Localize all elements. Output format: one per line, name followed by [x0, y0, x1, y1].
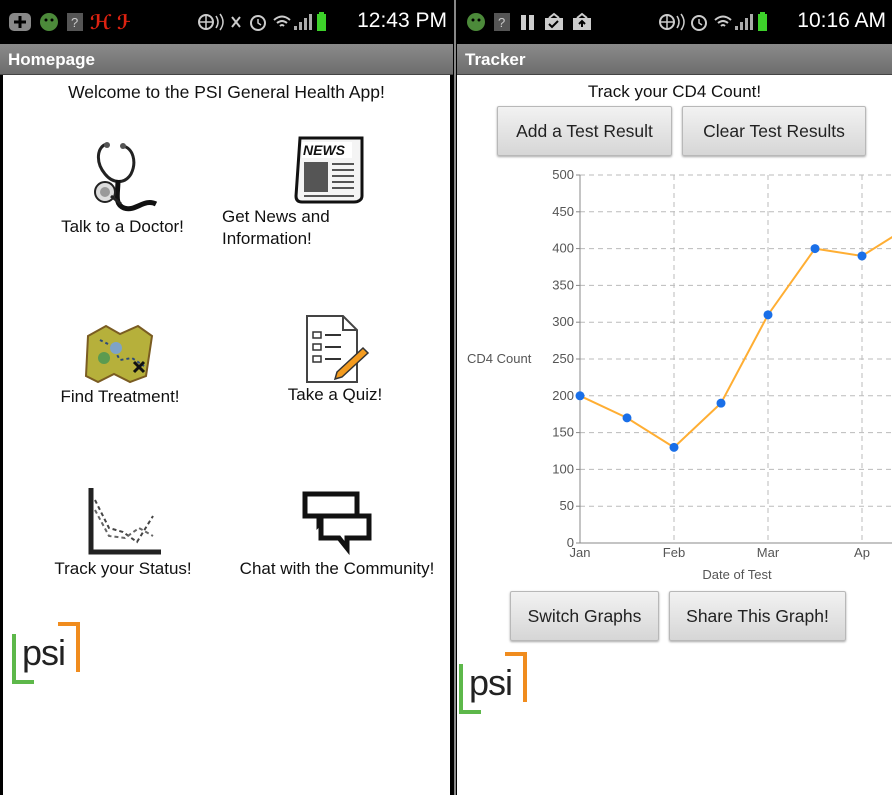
chat-bubbles-icon: [302, 491, 372, 556]
unknown-app-icon: ?: [67, 13, 83, 31]
tile-label: Chat with the Community!: [239, 559, 435, 578]
data-point: [622, 413, 632, 423]
y-tick-label: 50: [560, 498, 574, 513]
clear-test-results-button[interactable]: Clear Test Results: [682, 106, 866, 156]
share-graph-button[interactable]: Share This Graph!: [669, 591, 846, 641]
android-icon: [467, 13, 485, 31]
talk-to-doctor-tile[interactable]: Talk to a Doctor!: [40, 140, 205, 238]
tile-label: Take a Quiz!: [287, 385, 383, 404]
newspaper-icon: NEWS: [294, 136, 364, 204]
h-app-icon: ℋ ℋ: [90, 12, 130, 32]
x-tick-label: Mar: [757, 545, 780, 560]
add-test-result-button[interactable]: Add a Test Result: [497, 106, 672, 156]
y-tick-label: 450: [552, 204, 574, 219]
tile-label: Get News and Information!: [222, 207, 330, 248]
chat-community-tile[interactable]: Chat with the Community!: [224, 486, 450, 580]
y-tick-label: 500: [552, 167, 574, 182]
data-point: [669, 442, 679, 452]
system-status-icons: [659, 12, 767, 31]
x-tick-label: Feb: [663, 545, 685, 560]
android-icon: [40, 13, 58, 31]
line-graph-icon: [88, 488, 161, 555]
treasure-map-icon: [84, 324, 154, 384]
svg-text:ℋ ℋ: ℋ ℋ: [90, 12, 130, 32]
media-status-icons: [521, 12, 591, 30]
tile-label: Find Treatment!: [60, 387, 180, 406]
data-point: [763, 310, 773, 320]
app-notification-icon: [9, 13, 31, 31]
homepage-screen: ? ℋ ℋ 12:43 PM Homepage Welcome to the P…: [0, 0, 453, 795]
track-status-tile[interactable]: Track your Status!: [38, 486, 208, 580]
left-edge: [0, 75, 3, 795]
x-axis-title: Date of Test: [702, 567, 772, 582]
tile-label: Track your Status!: [54, 559, 192, 578]
psi-logo: psi: [459, 652, 539, 718]
data-point: [810, 244, 820, 254]
clock: 12:43 PM: [357, 9, 447, 32]
y-tick-label: 250: [552, 351, 574, 366]
y-axis-title: CD4 Count: [467, 351, 532, 366]
data-point: [857, 251, 867, 261]
title-bar: Tracker: [457, 44, 892, 75]
quiz-checklist-icon: [306, 315, 370, 383]
cd4-line-chart: 050100150200250300350400450500Jan Feb Mar A…: [467, 167, 892, 582]
svg-text:?: ?: [498, 15, 505, 30]
switch-graphs-button[interactable]: Switch Graphs: [510, 591, 659, 641]
x-tick-label: Jan: [570, 545, 591, 560]
y-tick-label: 150: [552, 425, 574, 440]
y-tick-label: 350: [552, 277, 574, 292]
y-tick-label: 200: [552, 388, 574, 403]
data-point: [575, 391, 585, 401]
stethoscope-icon: [93, 142, 157, 212]
y-tick-label: 100: [552, 461, 574, 476]
x-tick-label: Ap: [854, 545, 870, 560]
clock: 10:16 AM: [797, 9, 886, 32]
psi-logo: psi: [12, 622, 92, 688]
svg-text:?: ?: [71, 15, 78, 30]
status-bar: ? 10:16 AM: [457, 0, 892, 44]
svg-text:NEWS: NEWS: [303, 142, 346, 158]
title-bar: Homepage: [0, 44, 453, 75]
y-tick-label: 400: [552, 241, 574, 256]
tracker-screen: ? 10:16 AM Tracker Track your CD4 Count!…: [457, 0, 892, 795]
tile-label: Talk to a Doctor!: [61, 217, 184, 236]
data-point: [716, 398, 726, 408]
welcome-text: Welcome to the PSI General Health App!: [68, 82, 385, 102]
y-tick-label: 300: [552, 314, 574, 329]
status-bar: ? ℋ ℋ 12:43 PM: [0, 0, 453, 44]
take-quiz-tile[interactable]: Take a Quiz!: [270, 314, 400, 406]
tracker-heading: Track your CD4 Count!: [587, 82, 762, 101]
system-status-icons: [198, 12, 326, 31]
news-tile[interactable]: NEWS Get News and Information!: [222, 134, 372, 250]
unknown-app-icon: ?: [494, 13, 510, 31]
find-treatment-tile[interactable]: Find Treatment!: [45, 318, 195, 408]
